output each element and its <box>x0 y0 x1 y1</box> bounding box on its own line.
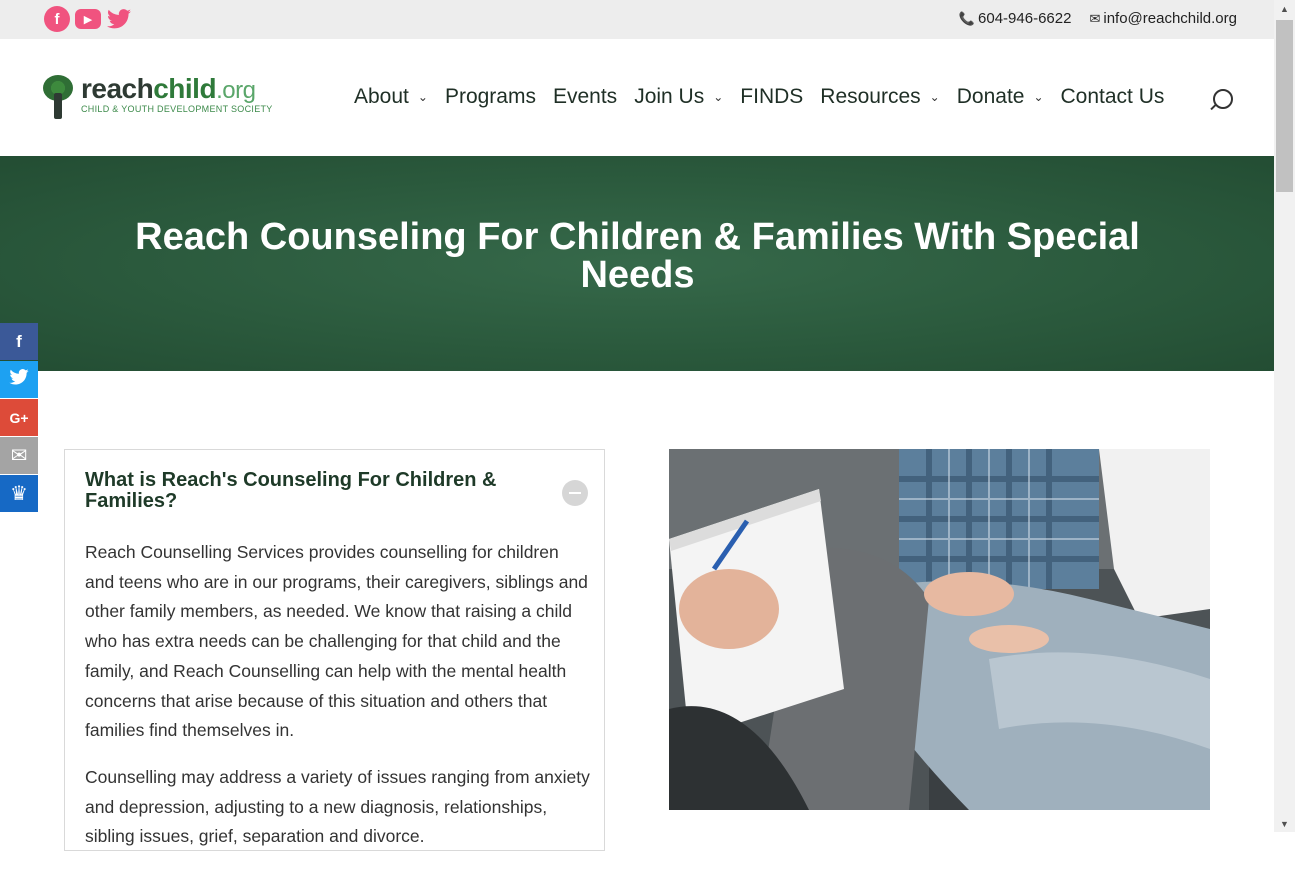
counseling-session-photo <box>669 449 1210 810</box>
accordion-title[interactable]: What is Reach's Counseling For Children … <box>85 470 525 512</box>
share-email-button[interactable]: ✉ <box>0 437 38 474</box>
logo-reach-text: reach <box>81 73 154 104</box>
social-links: f ▶ <box>44 6 132 32</box>
page-scrollbar[interactable]: ▲ ▼ <box>1274 0 1295 832</box>
search-icon[interactable] <box>1213 89 1233 109</box>
photo-illustration <box>669 449 1210 810</box>
phone-link[interactable]: 📞 604-946-6622 <box>959 10 1072 27</box>
paragraph: Reach Counselling Services provides coun… <box>85 542 588 741</box>
accordion-content: Reach Counselling Services provides coun… <box>85 538 590 869</box>
email-icon: ✉ <box>10 445 28 467</box>
main-nav: About ⌄ Programs Events Join Us ⌄ FINDS Re… <box>354 85 1181 109</box>
share-google-plus-button[interactable]: G+ <box>0 399 38 436</box>
nav-contact-us[interactable]: Contact Us <box>1061 85 1165 109</box>
chevron-down-icon: ⌄ <box>929 90 940 104</box>
nav-donate[interactable]: Donate ⌄ <box>957 85 1044 109</box>
nav-resources[interactable]: Resources ⌄ <box>820 85 939 109</box>
top-contact: 📞 604-946-6622 ✉ info@reachchild.org <box>959 10 1237 27</box>
scrollbar-thumb[interactable] <box>1276 20 1293 192</box>
share-twitter-button[interactable] <box>0 361 38 398</box>
site-logo[interactable]: reachchild.org CHILD & YOUTH DEVELOPMENT… <box>43 75 273 119</box>
nav-join-us[interactable]: Join Us ⌄ <box>634 85 723 109</box>
twitter-icon <box>9 369 29 390</box>
scroll-down-arrow-icon[interactable]: ▼ <box>1274 815 1295 832</box>
page-title: Reach Counseling For Children & Families… <box>135 216 1140 296</box>
email-link[interactable]: ✉ info@reachchild.org <box>1089 10 1237 27</box>
share-sidebar: f G+ ✉ ♛ <box>0 323 38 513</box>
google-plus-icon: G+ <box>9 409 29 426</box>
nav-finds[interactable]: FINDS <box>740 85 803 109</box>
envelope-icon: ✉ <box>1089 11 1101 26</box>
logo-child-text: child <box>153 73 217 104</box>
collapse-icon[interactable] <box>562 480 588 506</box>
accordion-panel: What is Reach's Counseling For Children … <box>64 449 605 851</box>
nav-about[interactable]: About ⌄ <box>354 85 428 109</box>
tree-logo-icon <box>43 75 73 119</box>
hero-banner: Reach Counseling For Children & Families… <box>0 156 1274 371</box>
share-more-button[interactable]: ♛ <box>0 475 38 512</box>
share-facebook-button[interactable]: f <box>0 323 38 360</box>
logo-org-text: .org <box>216 77 256 104</box>
site-header: reachchild.org CHILD & YOUTH DEVELOPMENT… <box>0 39 1274 156</box>
nav-programs[interactable]: Programs <box>445 85 536 109</box>
scroll-up-arrow-icon[interactable]: ▲ <box>1274 0 1295 17</box>
chevron-down-icon: ⌄ <box>417 90 428 104</box>
phone-icon: 📞 <box>958 11 976 26</box>
chevron-down-icon: ⌄ <box>1033 90 1044 104</box>
logo-tagline: CHILD & YOUTH DEVELOPMENT SOCIETY <box>81 104 273 114</box>
top-bar: f ▶ 📞 604-946-6622 ✉ info@reachchild.org <box>0 0 1274 39</box>
paragraph: Counselling may address a variety of iss… <box>85 766 590 847</box>
youtube-icon[interactable]: ▶ <box>75 9 101 29</box>
chevron-down-icon: ⌄ <box>713 90 724 104</box>
facebook-icon[interactable]: f <box>44 6 70 32</box>
facebook-icon: f <box>16 331 22 351</box>
crown-icon: ♛ <box>10 483 28 505</box>
twitter-icon[interactable] <box>106 6 132 32</box>
nav-events[interactable]: Events <box>553 85 617 109</box>
